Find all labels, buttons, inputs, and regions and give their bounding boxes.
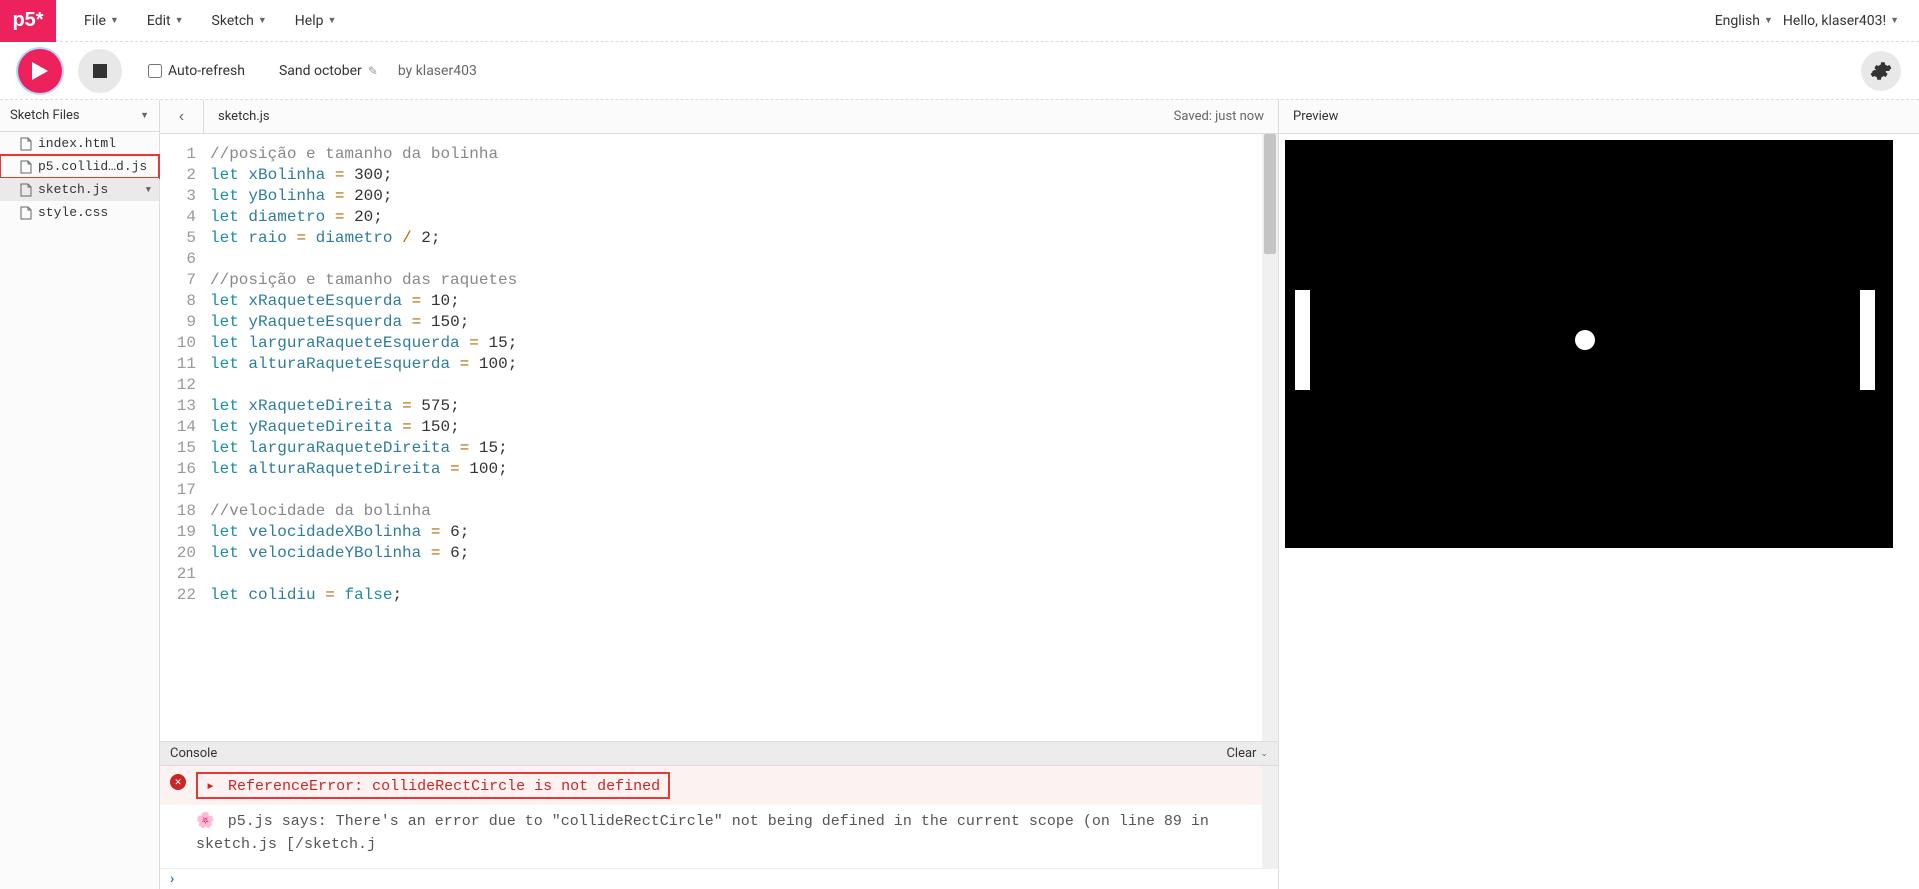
file-item[interactable]: sketch.js ▼ [0, 178, 159, 201]
editor-column: ‹ sketch.js Saved: just now 123456789101… [160, 100, 1279, 889]
preview-header: Preview [1279, 100, 1919, 134]
stop-button[interactable] [78, 49, 122, 93]
topnav-right: English ▼ Hello, klaser403! ▼ [1715, 13, 1919, 29]
menu-help[interactable]: Help▼ [281, 5, 351, 37]
menubar: File▼ Edit▼ Sketch▼ Help▼ [70, 5, 350, 37]
console-error-highlight: ▸ ReferenceError: collideRectCircle is n… [196, 772, 670, 799]
language-label: English [1715, 13, 1760, 29]
caret-down-icon: ▼ [327, 15, 336, 26]
ball [1575, 330, 1595, 350]
console-body[interactable]: ✕ ▸ ReferenceError: collideRectCircle is… [160, 766, 1262, 868]
menu-sketch[interactable]: Sketch ▼ [198, 5, 281, 37]
sidebar-header[interactable]: Sketch Files ▼ [0, 100, 159, 132]
caret-down-icon: ▼ [1890, 15, 1899, 26]
sidebar: Sketch Files ▼ index.html p5.collid…d.js s… [0, 100, 160, 889]
chevron-down-icon: ⌄ [1260, 749, 1268, 759]
chevron-left-icon: ‹ [179, 108, 184, 126]
byline: by klaser403 [398, 63, 477, 79]
menu-file[interactable]: File ▼ [70, 5, 133, 37]
play-button[interactable] [18, 49, 62, 93]
caret-down-icon: ▼ [146, 185, 151, 195]
preview-title: Preview [1293, 109, 1338, 124]
caret-down-icon: ▼ [140, 110, 149, 121]
flower-icon: 🌸 [196, 813, 215, 830]
caret-down-icon: ▼ [175, 15, 184, 26]
scroll-thumb[interactable] [1264, 134, 1276, 254]
autorefresh-toggle[interactable]: Auto-refresh [148, 63, 245, 79]
console-clear-label: Clear [1226, 746, 1256, 761]
file-name: sketch.js [38, 182, 108, 197]
autorefresh-checkbox[interactable] [148, 64, 162, 78]
file-item[interactable]: p5.collid…d.js [0, 155, 159, 178]
right-paddle [1860, 290, 1875, 390]
file-name: style.css [38, 205, 108, 220]
gear-icon [1870, 60, 1892, 82]
console-title: Console [170, 746, 217, 761]
file-item[interactable]: style.css [0, 201, 159, 224]
sketch-name[interactable]: Sand october ✎ [279, 63, 378, 79]
file-name: index.html [38, 136, 116, 151]
collapse-sidebar-button[interactable]: ‹ [160, 100, 204, 134]
console: Console Clear ⌄ ✕ ▸ ReferenceError: coll… [160, 741, 1278, 889]
top-nav: p5* File▼ Edit▼ Sketch▼ Help▼ English▼ H… [0, 0, 1919, 42]
caret-down-icon: ▼ [110, 15, 119, 26]
settings-button[interactable] [1861, 51, 1901, 91]
sidebar-title: Sketch Files [10, 108, 80, 123]
console-scrollbar[interactable] [1262, 766, 1278, 868]
file-item[interactable]: index.html [0, 132, 159, 155]
main-area: Sketch Files ▼ index.html p5.collid…d.js s… [0, 100, 1919, 889]
error-icon: ✕ [170, 774, 186, 790]
current-file-tab: sketch.js [204, 109, 284, 124]
console-clear-button[interactable]: Clear ⌄ [1226, 746, 1268, 761]
play-icon [32, 62, 48, 80]
vertical-scrollbar[interactable] [1262, 134, 1278, 741]
left-paddle [1295, 290, 1310, 390]
autorefresh-label: Auto-refresh [168, 63, 245, 79]
menu-help-label: Help [295, 13, 324, 29]
menu-edit-label: Edit [147, 13, 171, 29]
file-name: p5.collid…d.js [38, 159, 147, 174]
console-info-row: 🌸 p5.js says: There's an error due to "c… [160, 805, 1262, 862]
menu-sketch-label: Sketch [212, 13, 254, 29]
file-list: index.html p5.collid…d.js sketch.js ▼ style.… [0, 132, 159, 224]
console-error-row: ✕ ▸ ReferenceError: collideRectCircle is… [160, 766, 1262, 805]
sketch-canvas[interactable] [1285, 140, 1893, 548]
language-selector[interactable]: English ▼ [1715, 13, 1773, 29]
console-info-text: p5.js says: There's an error due to "col… [196, 813, 1209, 853]
caret-down-icon: ▼ [1764, 15, 1773, 26]
saved-status: Saved: just now [1174, 109, 1278, 124]
editor-header: ‹ sketch.js Saved: just now [160, 100, 1278, 134]
stop-icon [93, 64, 107, 78]
logo[interactable]: p5* [0, 0, 56, 42]
console-error-text: ReferenceError: collideRectCircle is not… [228, 778, 660, 795]
code-content[interactable]: //posição e tamanho da bolinhalet xBolin… [204, 134, 1262, 741]
code-editor[interactable]: 12345678910111213141516171819202122 //po… [160, 134, 1278, 741]
sketch-name-text: Sand october [279, 63, 362, 79]
user-menu[interactable]: Hello, klaser403! ▼ [1783, 13, 1899, 29]
menu-edit[interactable]: Edit ▼ [133, 5, 198, 37]
menu-file-label: File [84, 13, 106, 29]
preview-column: Preview [1279, 100, 1919, 889]
user-greeting: Hello, klaser403! [1783, 13, 1886, 29]
console-header: Console Clear ⌄ [160, 742, 1278, 766]
console-prompt[interactable]: › [160, 868, 1278, 889]
preview-canvas-area [1279, 134, 1919, 889]
toolbar: Auto-refresh Sand october ✎ by klaser403 [0, 42, 1919, 100]
line-gutter: 12345678910111213141516171819202122 [160, 134, 204, 741]
error-caret-icon: ▸ [206, 778, 215, 795]
pencil-icon: ✎ [368, 64, 378, 78]
caret-down-icon: ▼ [258, 15, 267, 26]
